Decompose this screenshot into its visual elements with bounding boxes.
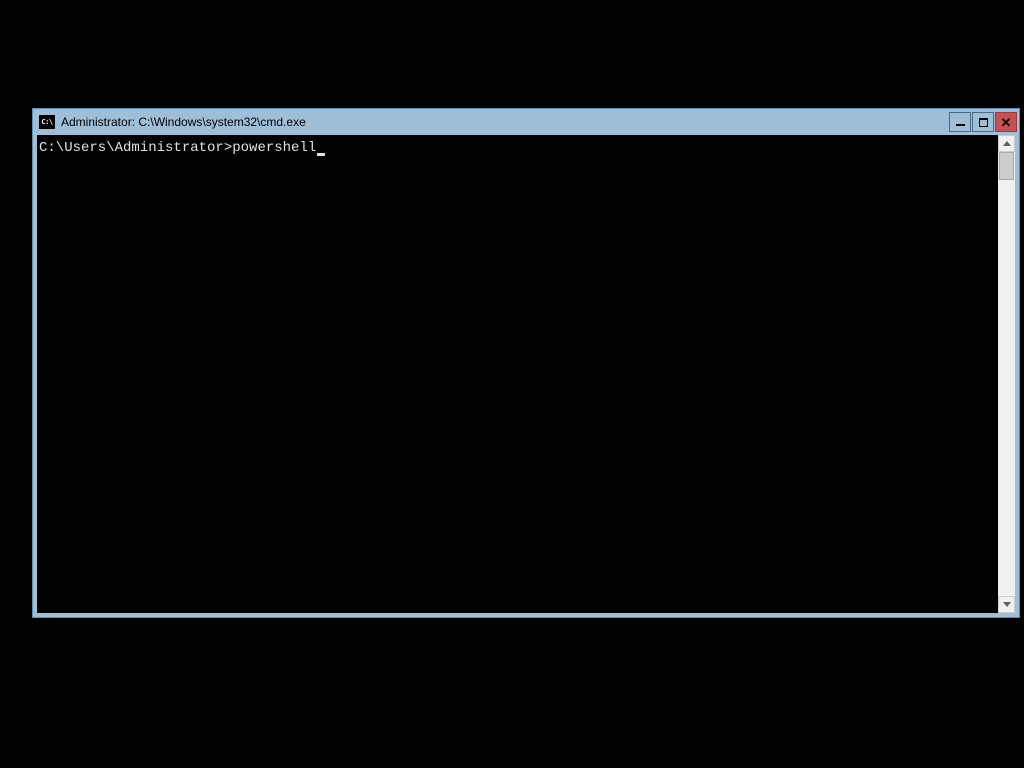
prompt-text: C:\Users\Administrator>	[39, 139, 232, 157]
content-area: C:\Users\Administrator>powershell	[33, 135, 1019, 617]
close-button[interactable]: ✕	[995, 112, 1017, 132]
vertical-scrollbar[interactable]	[998, 135, 1015, 613]
titlebar[interactable]: C:\ Administrator: C:\Windows\system32\c…	[33, 109, 1019, 135]
scroll-down-button[interactable]	[998, 596, 1015, 613]
prompt-line: C:\Users\Administrator>powershell	[39, 139, 996, 157]
command-text: powershell	[232, 139, 316, 157]
close-icon: ✕	[1001, 116, 1012, 129]
terminal[interactable]: C:\Users\Administrator>powershell	[37, 135, 998, 613]
maximize-button[interactable]	[972, 112, 994, 132]
scroll-track[interactable]	[998, 152, 1015, 596]
scroll-down-icon	[1003, 602, 1011, 607]
minimize-icon	[956, 124, 965, 126]
cmd-window: C:\ Administrator: C:\Windows\system32\c…	[32, 108, 1020, 618]
scroll-up-icon	[1003, 141, 1011, 146]
cmd-icon: C:\	[39, 115, 55, 129]
scroll-up-button[interactable]	[998, 135, 1015, 152]
cmd-icon-label: C:\	[41, 118, 52, 126]
cursor	[317, 153, 325, 156]
window-controls: ✕	[949, 112, 1017, 132]
scroll-thumb[interactable]	[999, 152, 1014, 180]
minimize-button[interactable]	[949, 112, 971, 132]
maximize-icon	[979, 118, 988, 127]
window-title: Administrator: C:\Windows\system32\cmd.e…	[61, 115, 949, 129]
